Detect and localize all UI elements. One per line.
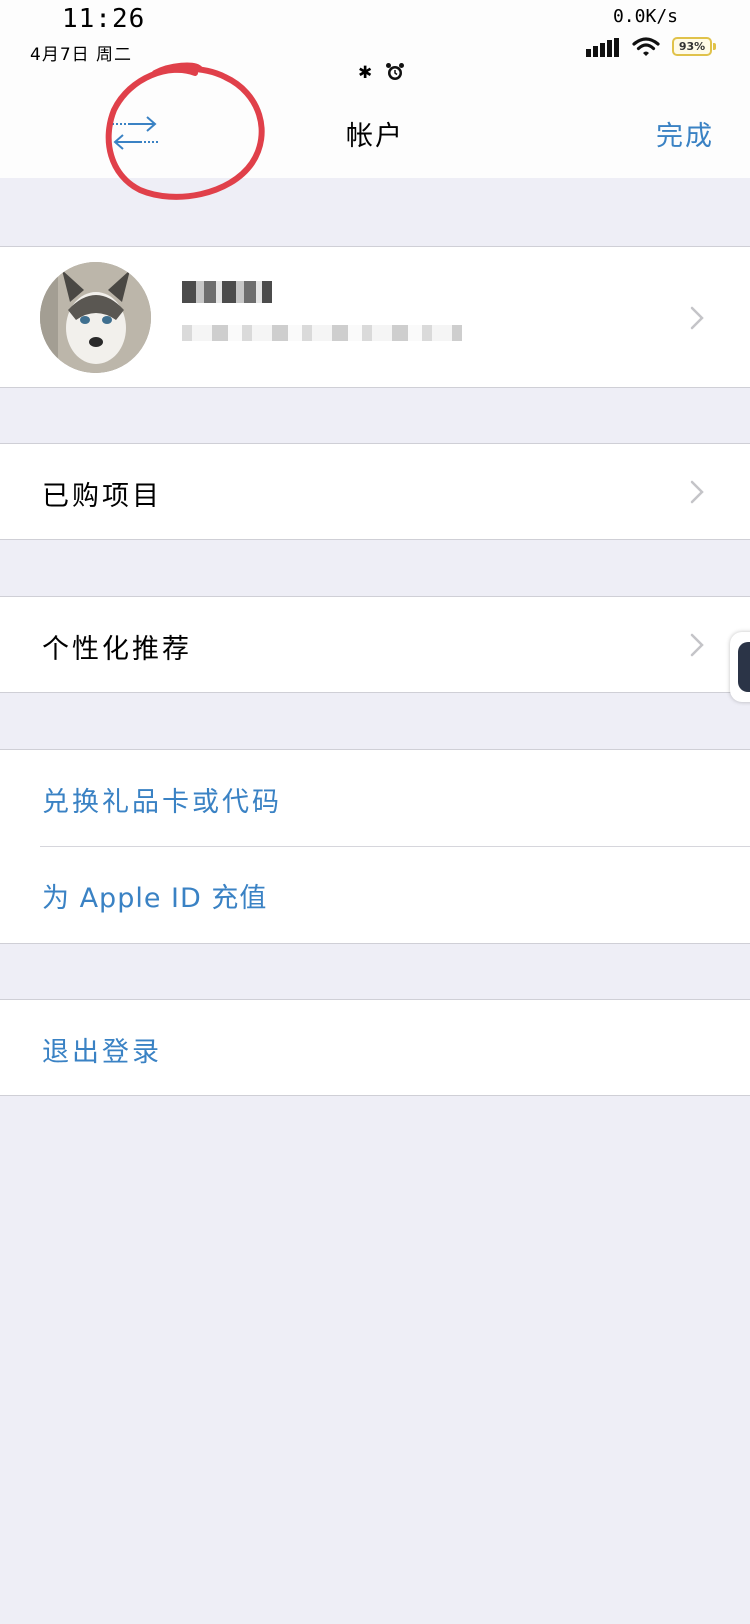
status-time: 11:26 [62,4,146,34]
bluetooth-icon: ✱ [358,63,373,83]
gift-card-group: 兑换礼品卡或代码 为 Apple ID 充值 [0,749,750,944]
battery-indicator: 93% [672,37,712,56]
page-title: 帐户 [346,121,404,152]
redeem-gift-card-row[interactable]: 兑换礼品卡或代码 [0,750,750,847]
chevron-right-icon [690,633,704,657]
avatar [40,262,151,373]
network-speed: 0.0K/s [612,6,678,27]
status-date: 4月7日 周二 [30,45,133,65]
chevron-right-icon [690,306,704,330]
chevron-right-icon [690,480,704,504]
personalized-recommendations-row[interactable]: 个性化推荐 [0,596,750,693]
profile-name-redacted [182,281,272,303]
signal-icon [586,38,619,57]
assistive-touch-button[interactable] [730,632,750,702]
alarm-icon [386,63,404,80]
wifi-icon [632,37,660,56]
battery-cap [713,43,716,50]
sign-out-link[interactable]: 退出登录 [42,1030,162,1069]
purchased-label: 已购项目 [42,481,162,512]
account-profile-row[interactable] [0,246,750,388]
assistive-touch-icon [738,642,750,692]
personalized-recommendations-label: 个性化推荐 [42,634,192,665]
done-button[interactable]: 完成 [656,114,714,153]
redeem-gift-card-link[interactable]: 兑换礼品卡或代码 [42,780,282,819]
purchased-row[interactable]: 已购项目 [0,443,750,540]
nav-bar: 帐户 完成 [0,90,750,178]
status-bar: 11:26 4月7日 周二 0.0K/s 93% ✱ [0,0,750,90]
add-funds-row[interactable]: 为 Apple ID 充值 [0,847,750,944]
add-funds-link[interactable]: 为 Apple ID 充值 [42,876,267,915]
sign-out-row[interactable]: 退出登录 [0,999,750,1096]
husky-avatar-image [40,262,151,373]
profile-email-redacted [182,325,462,341]
